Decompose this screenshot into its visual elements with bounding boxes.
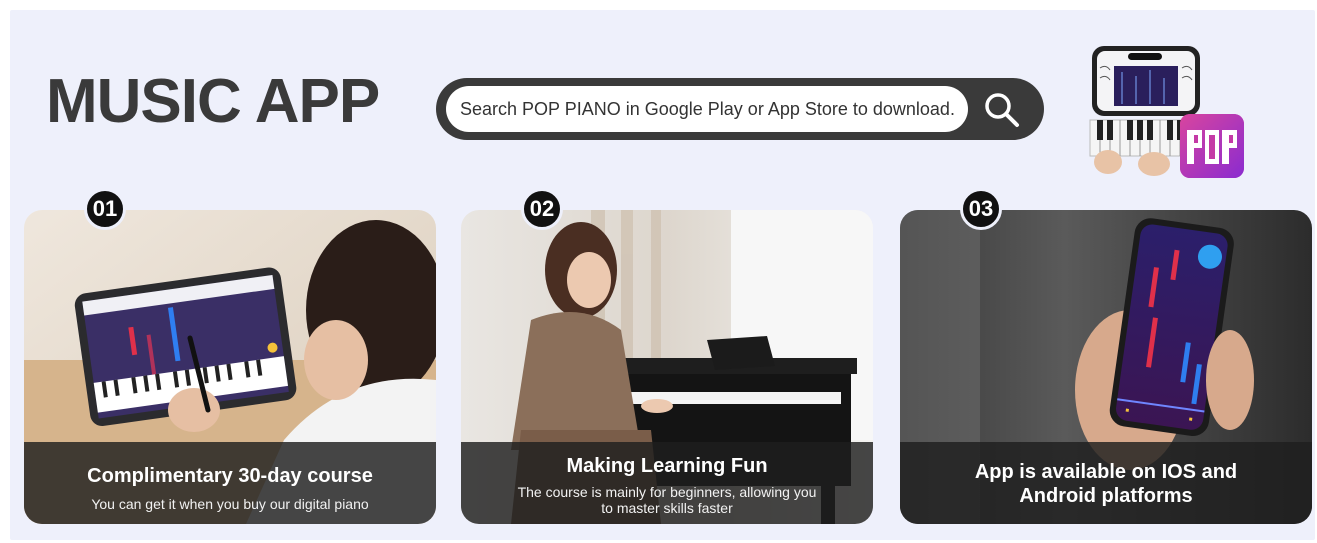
page-title: MUSIC APP <box>46 67 380 136</box>
card-subtitle: You can get it when you buy our digital … <box>91 496 369 512</box>
step-number-badge: 03 <box>960 188 1002 230</box>
step-number-badge: 01 <box>84 188 126 230</box>
card-caption: Complimentary 30-day course You can get … <box>24 442 436 524</box>
card-subtitle: The course is mainly for beginners, allo… <box>517 484 817 516</box>
feature-card-learning: Making Learning Fun The course is mainly… <box>461 210 873 524</box>
feature-card-course: Complimentary 30-day course You can get … <box>24 210 436 524</box>
card-title: App is available on IOS and Android plat… <box>974 461 1238 507</box>
search-text[interactable]: Search POP PIANO in Google Play or App S… <box>446 86 968 132</box>
card-title: Making Learning Fun <box>566 455 768 477</box>
app-preview-image <box>1088 44 1248 182</box>
search-icon[interactable] <box>981 90 1023 130</box>
step-number-badge: 02 <box>521 188 563 230</box>
feature-card-platforms: App is available on IOS and Android plat… <box>900 210 1312 524</box>
card-caption: App is available on IOS and Android plat… <box>900 442 1312 524</box>
card-title: Complimentary 30-day course <box>87 465 373 487</box>
card-caption: Making Learning Fun The course is mainly… <box>461 442 873 524</box>
search-bar[interactable]: Search POP PIANO in Google Play or App S… <box>436 78 1044 140</box>
